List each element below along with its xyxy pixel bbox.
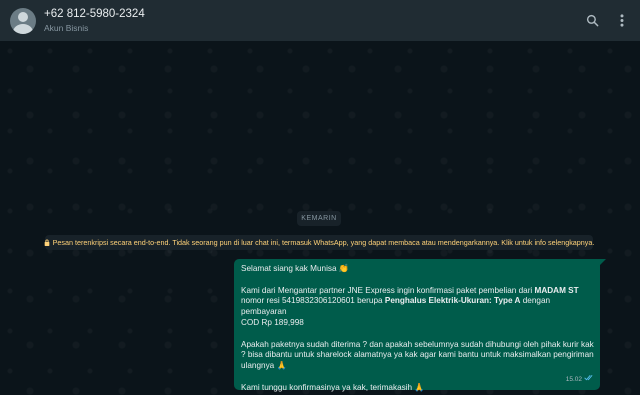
chat-panel[interactable]: KEMARIN Pesan terenkripsi secara end-to-… [0,41,640,395]
chat-header: +62 812-5980-2324 Akun Bisnis [0,0,640,41]
date-separator: KEMARIN [297,211,341,226]
avatar-body [13,23,33,34]
clap-emoji: 👏 [338,264,350,273]
p4-text: Kami tunggu konfirmasinya ya kak, terima… [241,382,413,392]
header-actions [584,13,630,29]
message-paragraph-closing: Kami tunggu konfirmasinya ya kak, terima… [241,383,594,394]
p2-text-1: Kami dari Mengantar partner JNE Express … [241,285,535,295]
p3-text: Apakah paketnya sudah diterima ? dan apa… [241,339,594,371]
greeting-text: Selamat siang kak Munisa [241,264,337,273]
outgoing-message[interactable]: Selamat siang kak Munisa 👏 Kami dari Men… [234,259,606,392]
encryption-notice-text: Pesan terenkripsi secara end-to-end. Tid… [52,238,595,247]
message-time: 15.02 [565,375,582,383]
contact-name[interactable]: +62 812-5980-2324 [44,7,145,21]
message-paragraph-question: Apakah paketnya sudah diterima ? dan apa… [241,340,594,372]
p2-text-2: nomor resi 5419832306120601 berupa [241,296,385,306]
message-greeting: Selamat siang kak Munisa 👏 [241,264,594,275]
contact-subtitle: Akun Bisnis [44,23,89,33]
product-name: Penghalus Elektrik-Ukuran: Type A [384,296,521,306]
message-meta: 15.02 [566,374,594,386]
lock-icon [44,239,50,246]
avatar-head [18,11,28,22]
cod-amount: COD Rp 189,998 [241,317,304,327]
search-icon[interactable] [584,13,600,29]
seller-name: MADAM ST [534,285,579,295]
encryption-notice[interactable]: Pesan terenkripsi secara end-to-end. Tid… [44,235,595,250]
pray-emoji: 🙏 [414,382,425,392]
double-check-icon [584,374,594,386]
contact-info[interactable]: +62 812-5980-2324 Akun Bisnis [44,7,145,34]
contact-avatar[interactable] [10,7,36,34]
message-paragraph-confirmation: Kami dari Mengantar partner JNE Express … [241,286,594,329]
pray-emoji: 🙏 [276,361,287,371]
more-vert-icon[interactable] [614,13,630,29]
